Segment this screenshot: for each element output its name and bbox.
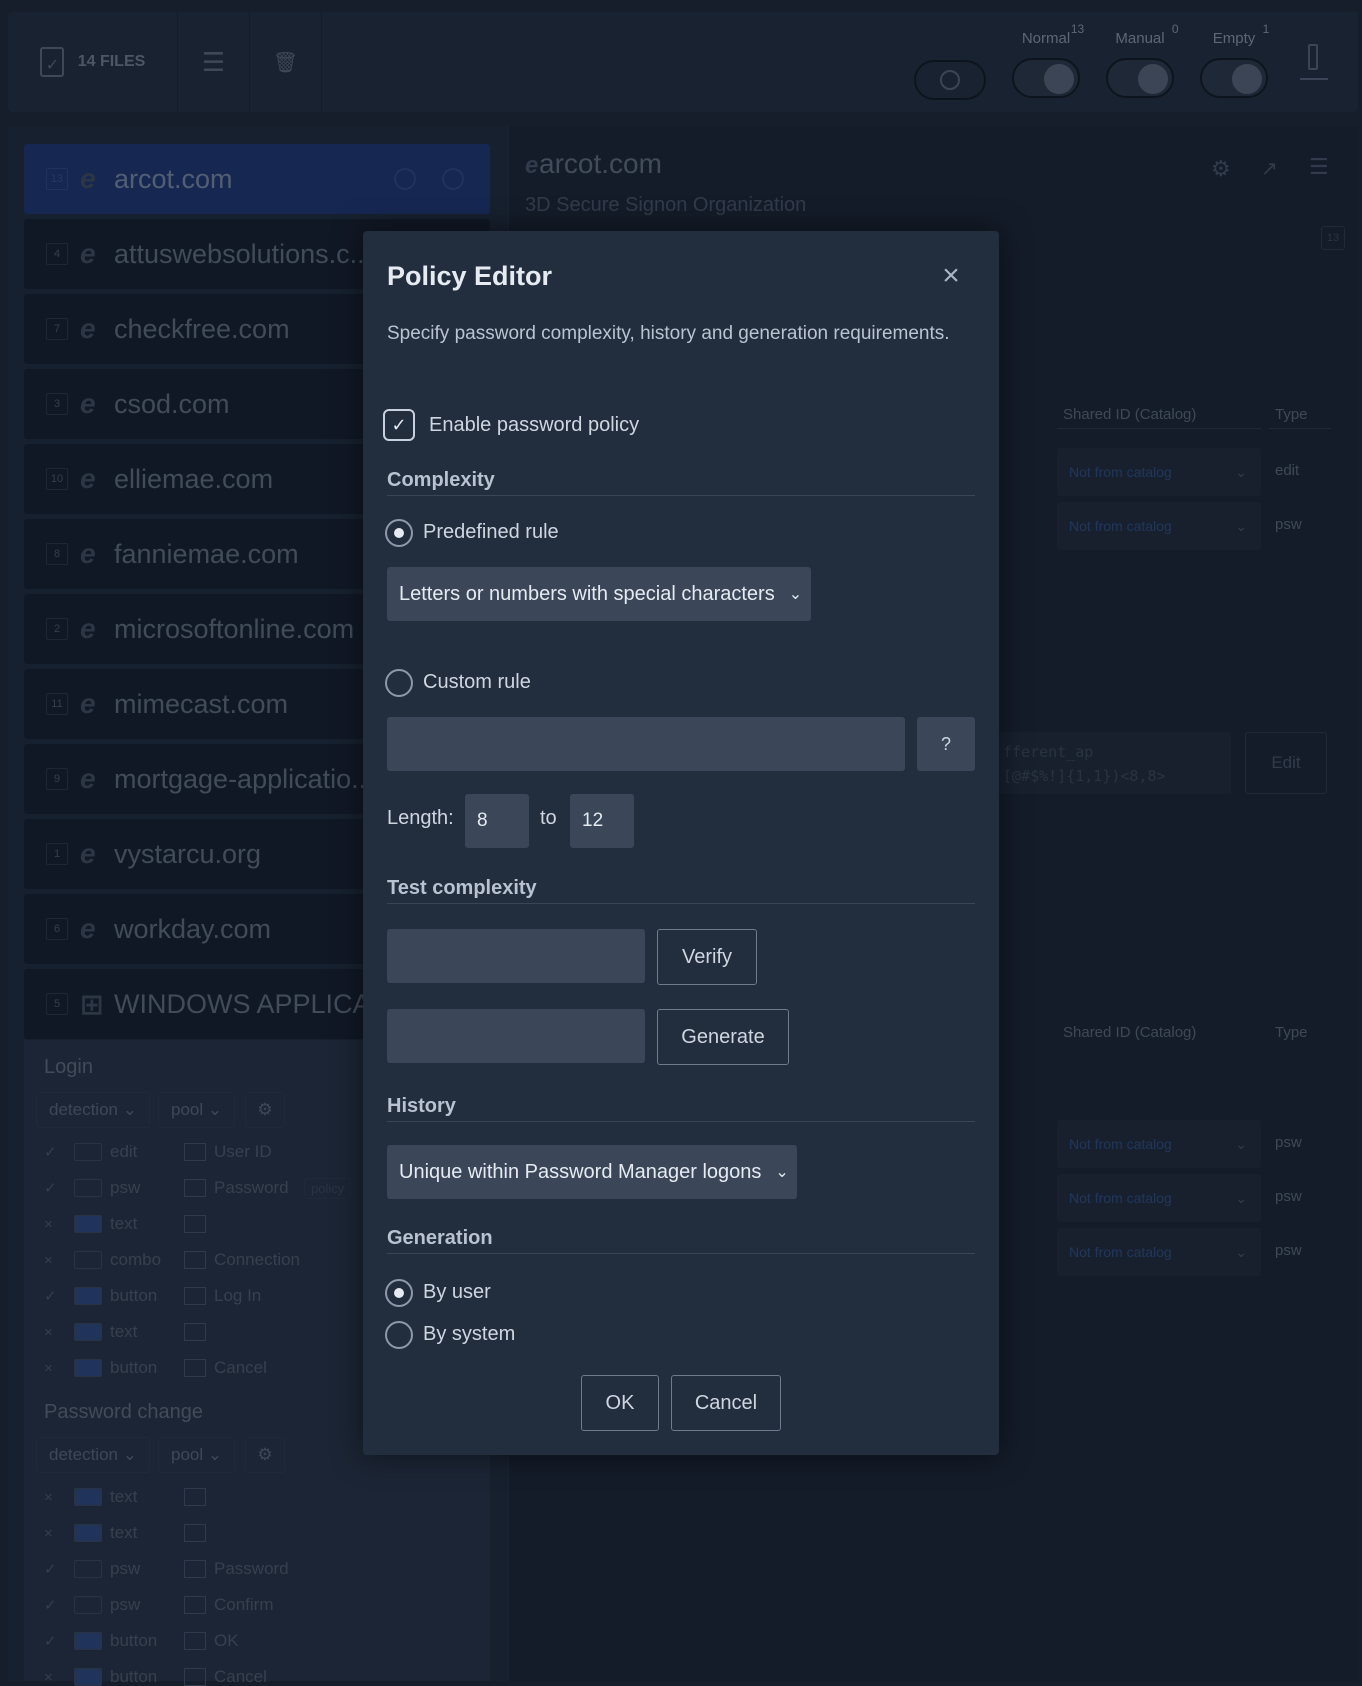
help-button[interactable]: ? xyxy=(917,717,975,771)
close-icon[interactable]: × xyxy=(936,261,966,291)
radio-selected-icon xyxy=(385,1279,413,1307)
enable-policy-label: Enable password policy xyxy=(429,413,640,436)
history-value: Unique within Password Manager logons xyxy=(399,1160,762,1183)
history-section-title: History xyxy=(387,1095,456,1117)
by-user-radio[interactable]: By user xyxy=(385,1279,585,1309)
generation-section-title: Generation xyxy=(387,1227,493,1249)
length-label: Length: xyxy=(387,807,454,829)
custom-rule-radio[interactable]: Custom rule xyxy=(385,669,585,699)
ok-button[interactable]: OK xyxy=(581,1375,659,1431)
complexity-section-title: Complexity xyxy=(387,469,495,491)
chevron-down-icon: ⌄ xyxy=(788,586,803,603)
predefined-rule-label: Predefined rule xyxy=(423,521,559,543)
custom-rule-label: Custom rule xyxy=(423,671,531,693)
enable-policy-checkbox[interactable]: ✓ Enable password policy xyxy=(383,409,639,441)
by-user-label: By user xyxy=(423,1281,491,1303)
dialog-description: Specify password complexity, history and… xyxy=(387,323,950,344)
history-select[interactable]: Unique within Password Manager logons ⌄ xyxy=(387,1145,797,1199)
complexity-divider xyxy=(387,495,975,496)
cancel-button[interactable]: Cancel xyxy=(671,1375,781,1431)
verify-button[interactable]: Verify xyxy=(657,929,757,985)
by-system-label: By system xyxy=(423,1323,516,1345)
radio-selected-icon xyxy=(385,519,413,547)
length-min-input[interactable]: 8 xyxy=(465,794,529,848)
history-divider xyxy=(387,1121,975,1122)
length-to-label: to xyxy=(540,807,557,829)
chevron-down-icon: ⌄ xyxy=(775,1164,789,1181)
dialog-title: Policy Editor xyxy=(387,261,553,291)
generate-button[interactable]: Generate xyxy=(657,1009,789,1065)
by-system-radio[interactable]: By system xyxy=(385,1321,585,1351)
length-max-input[interactable]: 12 xyxy=(570,794,634,848)
policy-editor-dialog: Policy Editor × Specify password complex… xyxy=(363,231,999,1455)
radio-unselected-icon xyxy=(385,669,413,697)
predefined-rule-radio[interactable]: Predefined rule xyxy=(385,519,585,549)
custom-rule-input[interactable] xyxy=(387,717,905,771)
radio-unselected-icon xyxy=(385,1321,413,1349)
test-complexity-title: Test complexity xyxy=(387,877,537,899)
generation-divider xyxy=(387,1253,975,1254)
test-divider xyxy=(387,903,975,904)
predefined-rule-select[interactable]: Letters or numbers with special characte… xyxy=(387,567,811,621)
verify-input[interactable] xyxy=(387,929,645,983)
predefined-rule-value: Letters or numbers with special characte… xyxy=(399,582,775,605)
generate-output-field[interactable] xyxy=(387,1009,645,1063)
checkmark-icon: ✓ xyxy=(383,409,415,441)
